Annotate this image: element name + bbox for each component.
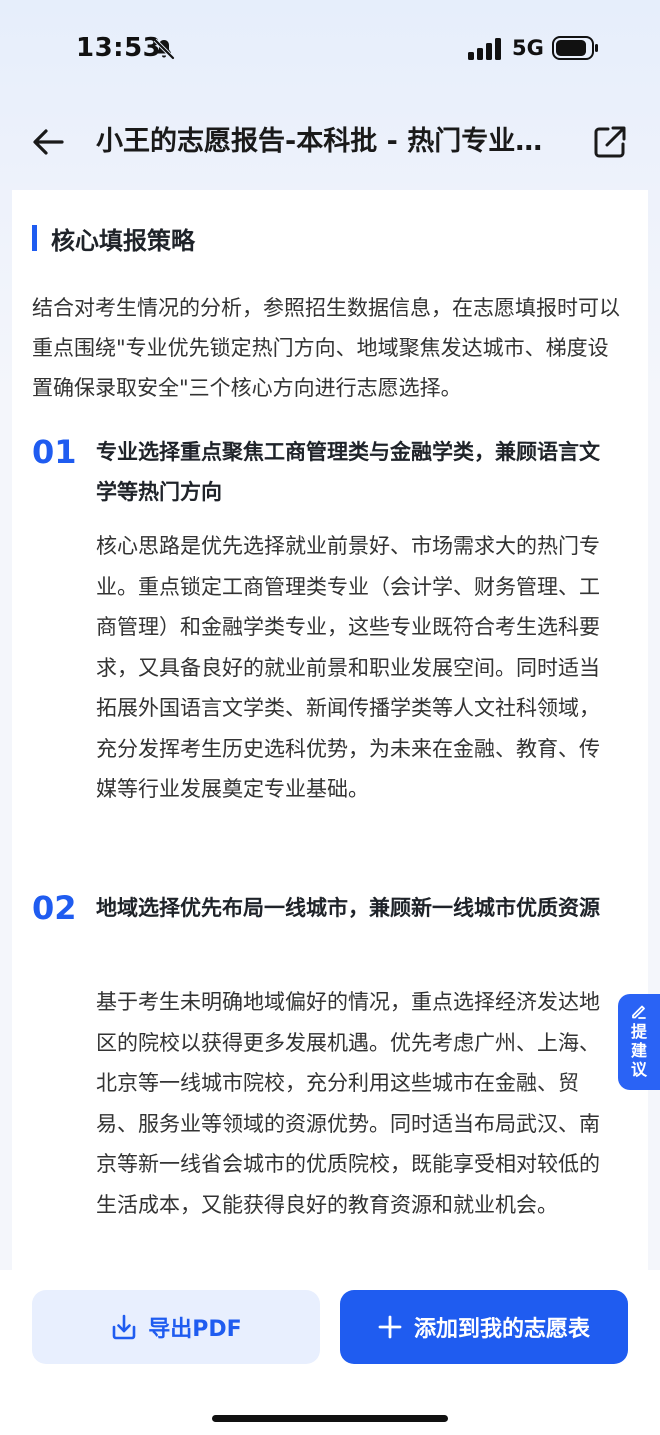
status-bar: 13:53 5G [0, 0, 660, 96]
item-body: 基于考生未明确地域偏好的情况，重点选择经济发达地区的院校以获得更多发展机遇。优先… [96, 990, 600, 1217]
report-content[interactable]: 核心填报策略 结合对考生情况的分析，参照招生数据信息，在志愿填报时可以重点围绕"… [12, 190, 648, 1270]
feedback-tab[interactable]: 提建议 [618, 994, 660, 1090]
item-title: 专业选择重点聚焦工商管理类与金融学类，兼顾语言文学等热门方向 [96, 440, 600, 504]
bell-off-icon [153, 38, 175, 60]
feedback-label: 提建议 [630, 1022, 647, 1079]
item-title: 地域选择优先布局一线城市，兼顾新一线城市优质资源 [96, 896, 600, 920]
item-number: 02 [32, 889, 77, 927]
item-number: 01 [32, 433, 77, 471]
section-title: 核心填报策略 [51, 226, 195, 255]
header: 小王的志愿报告-本科批 - 热门专业方向 [0, 110, 660, 174]
export-pdf-button[interactable]: 导出PDF [32, 1290, 320, 1364]
intro-paragraph: 结合对考生情况的分析，参照招生数据信息，在志愿填报时可以重点围绕"专业优先锁定热… [32, 296, 620, 400]
network-label: 5G [512, 36, 544, 60]
add-to-list-button[interactable]: 添加到我的志愿表 [340, 1290, 628, 1364]
bottom-action-bar: 导出PDF 添加到我的志愿表 [0, 1270, 660, 1435]
download-icon [112, 1314, 136, 1340]
share-icon[interactable] [592, 124, 628, 160]
signal-icon [468, 38, 501, 60]
back-arrow-icon[interactable] [30, 124, 66, 160]
plus-icon [378, 1315, 402, 1339]
add-to-list-label: 添加到我的志愿表 [413, 1317, 590, 1342]
item-body: 核心思路是优先选择就业前景好、市场需求大的热门专业。重点锁定工商管理类专业（会计… [96, 534, 600, 801]
status-time: 13:53 [76, 33, 162, 63]
pencil-icon [632, 1005, 646, 1019]
home-indicator[interactable] [212, 1415, 448, 1422]
section-heading: 核心填报策略 [32, 224, 195, 255]
page-title: 小王的志愿报告-本科批 - 热门专业方向 [96, 126, 566, 157]
section-accent-bar [32, 225, 37, 251]
export-pdf-label: 导出PDF [148, 1317, 242, 1342]
battery-icon [552, 36, 598, 60]
